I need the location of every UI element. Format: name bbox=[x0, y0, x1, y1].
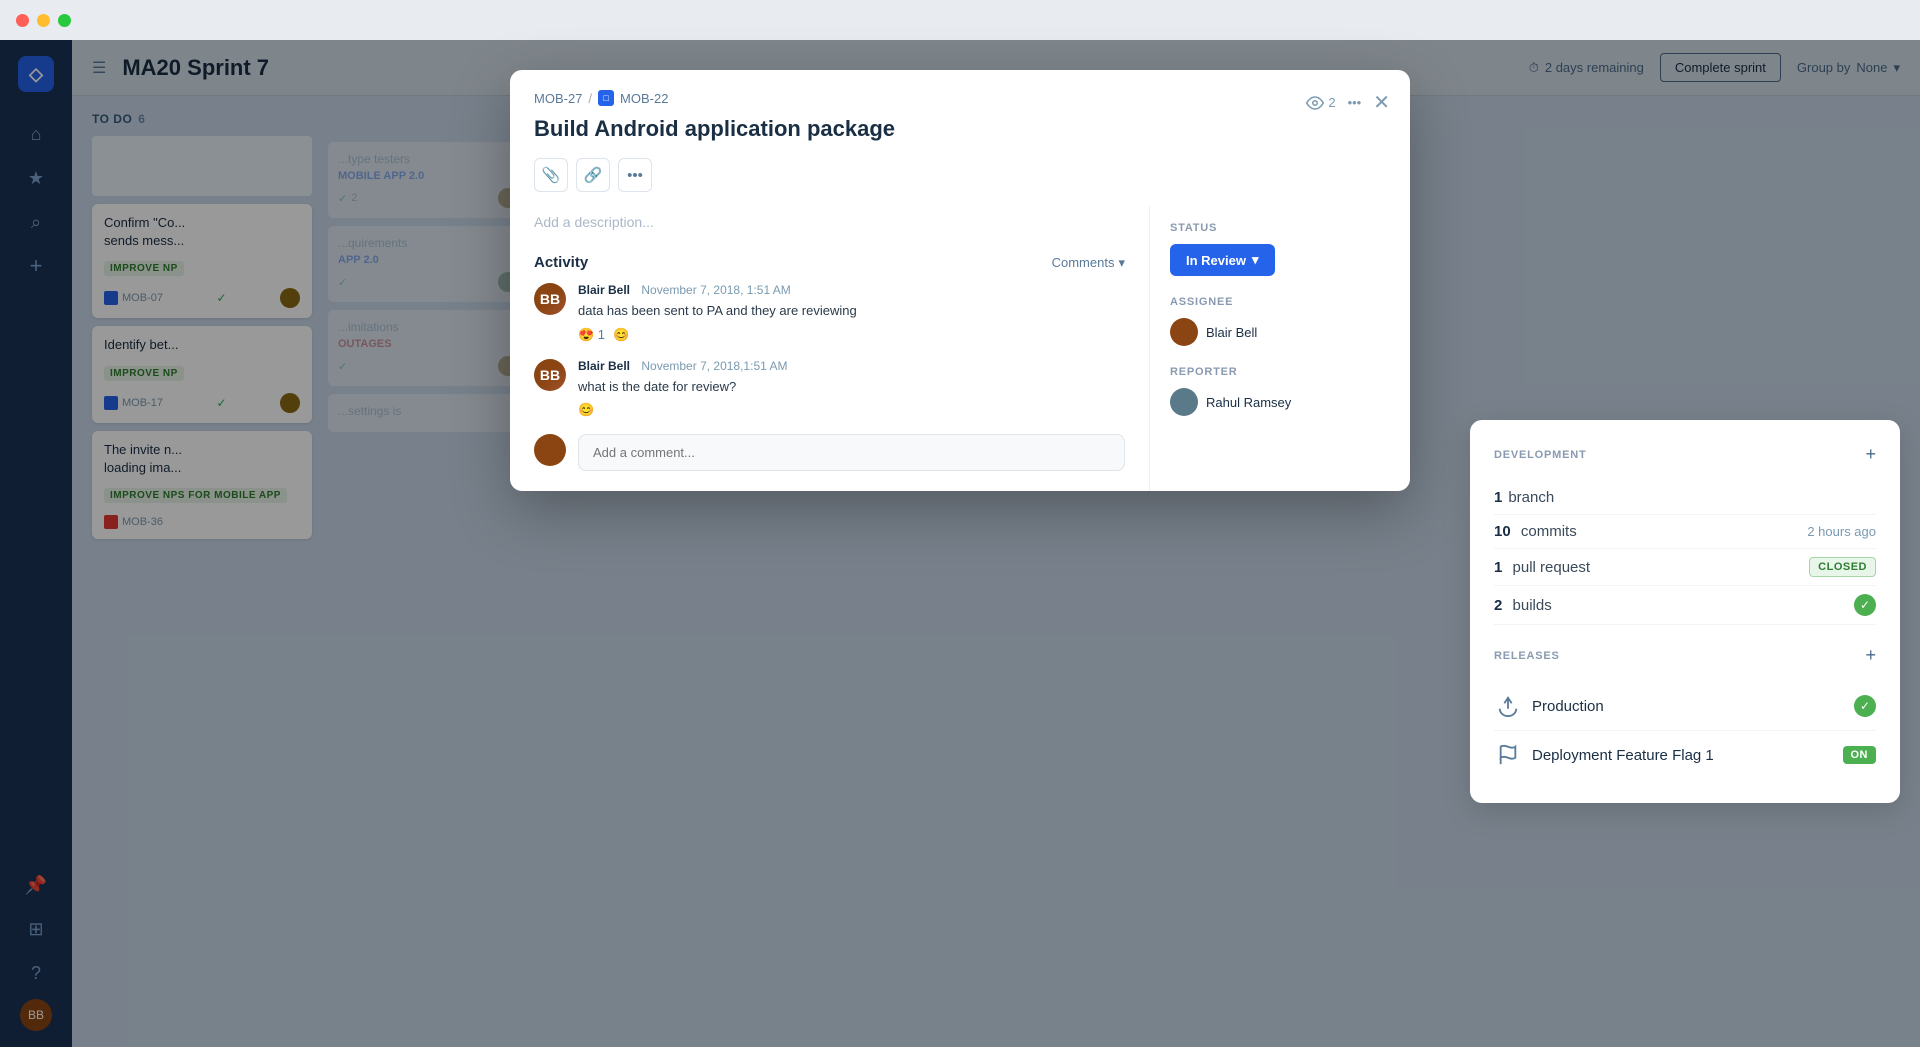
production-check-icon: ✓ bbox=[1854, 695, 1876, 717]
more-options-button[interactable]: ••• bbox=[1348, 95, 1362, 110]
fullscreen-button[interactable] bbox=[58, 14, 71, 27]
description-field[interactable]: Add a description... bbox=[534, 206, 1125, 238]
dev-row-branch[interactable]: 1 branch bbox=[1494, 481, 1876, 515]
modal-toolbar: 📎 🔗 ••• bbox=[510, 158, 1410, 206]
comment-input-field[interactable] bbox=[578, 434, 1125, 471]
builds-check-icon: ✓ bbox=[1854, 594, 1876, 616]
attach-button[interactable]: 📎 bbox=[534, 158, 568, 192]
dev-row-builds[interactable]: 2 builds ✓ bbox=[1494, 586, 1876, 625]
assignee-name[interactable]: Blair Bell bbox=[1206, 325, 1257, 340]
activity-header: Activity Comments ▾ bbox=[534, 254, 1125, 271]
assignee-label: ASSIGNEE bbox=[1170, 296, 1390, 308]
production-icon bbox=[1494, 692, 1522, 720]
issue-modal: MOB-27 / □ MOB-22 2 ••• ✕ bbox=[510, 70, 1410, 491]
reporter-name[interactable]: Rahul Ramsey bbox=[1206, 395, 1291, 410]
assignee-row: Blair Bell bbox=[1170, 318, 1390, 346]
feature-flag-icon bbox=[1494, 741, 1522, 769]
breadcrumb: MOB-27 / □ MOB-22 bbox=[534, 90, 1386, 106]
breadcrumb-parent[interactable]: MOB-27 bbox=[534, 91, 582, 106]
window-chrome bbox=[0, 0, 1920, 40]
dev-row-pull-request[interactable]: 1 pull request CLOSED bbox=[1494, 549, 1876, 586]
reporter-avatar bbox=[1170, 388, 1198, 416]
releases-section: RELEASES + Production ✓ bbox=[1494, 645, 1876, 779]
close-button[interactable] bbox=[16, 14, 29, 27]
feature-flag-label: Deployment Feature Flag 1 bbox=[1532, 747, 1714, 764]
development-panel: DEVELOPMENT + 1 branch 10 commits 2 hour… bbox=[1470, 420, 1900, 803]
comment-item: BB Blair Bell November 7, 2018, 1:51 AM … bbox=[534, 283, 1125, 343]
status-label: STATUS bbox=[1170, 222, 1390, 234]
reaction-smile[interactable]: 😊 bbox=[578, 402, 594, 418]
comment-item: BB Blair Bell November 7, 2018,1:51 AM w… bbox=[534, 359, 1125, 419]
link-button[interactable]: 🔗 bbox=[576, 158, 610, 192]
modal-header: MOB-27 / □ MOB-22 2 ••• ✕ bbox=[510, 70, 1410, 158]
dev-row-commits[interactable]: 10 commits 2 hours ago bbox=[1494, 515, 1876, 549]
release-row-production[interactable]: Production ✓ bbox=[1494, 682, 1876, 731]
on-badge: ON bbox=[1843, 746, 1877, 764]
modal-actions: 2 ••• ✕ bbox=[1306, 90, 1390, 115]
dev-section-title: DEVELOPMENT bbox=[1494, 449, 1587, 461]
closed-badge: CLOSED bbox=[1809, 557, 1876, 577]
releases-title: RELEASES bbox=[1494, 650, 1560, 662]
chevron-down-icon: ▾ bbox=[1252, 252, 1259, 268]
breadcrumb-child[interactable]: MOB-22 bbox=[620, 91, 668, 106]
release-row-feature-flag[interactable]: Deployment Feature Flag 1 ON bbox=[1494, 731, 1876, 779]
chevron-down-icon: ▾ bbox=[1118, 255, 1125, 271]
production-label: Production bbox=[1532, 698, 1604, 715]
modal-right-pane: STATUS In Review ▾ ASSIGNEE Blair Bell R… bbox=[1150, 206, 1410, 491]
status-button[interactable]: In Review ▾ bbox=[1170, 244, 1275, 276]
current-user-avatar bbox=[534, 434, 566, 466]
modal-overlay[interactable]: MOB-27 / □ MOB-22 2 ••• ✕ bbox=[0, 40, 1920, 1047]
comment-input-area bbox=[534, 434, 1125, 471]
minimize-button[interactable] bbox=[37, 14, 50, 27]
releases-section-header: RELEASES + bbox=[1494, 645, 1876, 666]
avatar: BB bbox=[534, 283, 566, 315]
modal-body: Add a description... Activity Comments ▾… bbox=[510, 206, 1410, 491]
reporter-row: Rahul Ramsey bbox=[1170, 388, 1390, 416]
dev-section-header: DEVELOPMENT + bbox=[1494, 444, 1876, 465]
watch-button[interactable]: 2 bbox=[1306, 94, 1335, 112]
reaction-smile[interactable]: 😊 bbox=[613, 327, 629, 343]
reporter-label: REPORTER bbox=[1170, 366, 1390, 378]
assignee-avatar bbox=[1170, 318, 1198, 346]
reaction-love[interactable]: 😍 1 bbox=[578, 327, 605, 343]
releases-add-button[interactable]: + bbox=[1865, 645, 1876, 666]
modal-left-pane: Add a description... Activity Comments ▾… bbox=[510, 206, 1150, 491]
avatar: BB bbox=[534, 359, 566, 391]
issue-type-icon: □ bbox=[598, 90, 614, 106]
comments-dropdown[interactable]: Comments ▾ bbox=[1052, 255, 1125, 271]
modal-title: Build Android application package bbox=[534, 116, 1386, 142]
more-toolbar-button[interactable]: ••• bbox=[618, 158, 652, 192]
close-button[interactable]: ✕ bbox=[1373, 90, 1390, 115]
dev-add-button[interactable]: + bbox=[1865, 444, 1876, 465]
